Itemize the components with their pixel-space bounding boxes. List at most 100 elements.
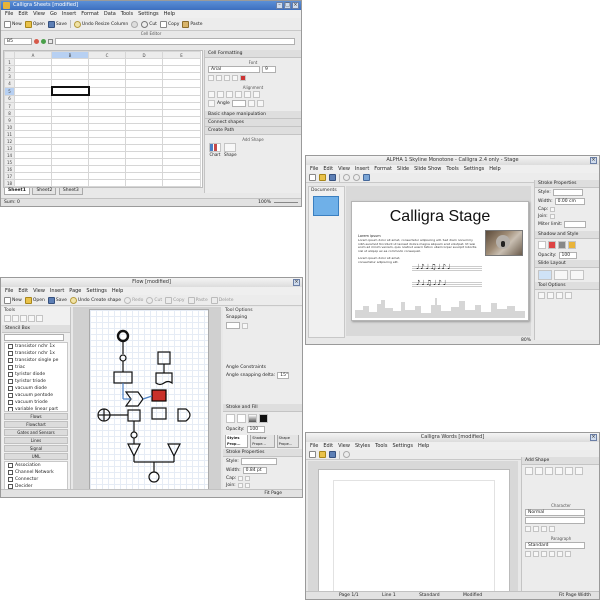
sheet-cell[interactable] (14, 94, 52, 103)
bold-icon[interactable] (525, 526, 531, 532)
row-header[interactable]: 13 (4, 144, 15, 152)
sheet-cell[interactable] (14, 72, 52, 80)
sheet-cell[interactable] (88, 79, 126, 88)
stencil-item[interactable]: vacuum triode (5, 399, 67, 406)
junction-shape[interactable] (119, 354, 127, 362)
paste-button[interactable]: Paste (187, 296, 208, 304)
sheet-cell[interactable] (14, 158, 52, 166)
undo-button[interactable]: Undo Resize Column (73, 20, 128, 28)
paragraph-style-field[interactable]: Standard (525, 542, 585, 549)
sheet-tab-3[interactable]: Sheet3 (58, 188, 83, 195)
save-icon[interactable] (329, 451, 336, 458)
style-field[interactable] (552, 189, 583, 196)
stroke-properties-header[interactable]: Stroke Properties (535, 180, 599, 188)
stencil-category[interactable]: Flowchart (4, 421, 68, 428)
sheet-cell[interactable] (125, 58, 163, 66)
save-icon[interactable] (329, 174, 336, 181)
stencil-category[interactable]: UML (4, 453, 68, 460)
opacity-field[interactable]: 100 (558, 252, 577, 259)
zoom-slider[interactable] (274, 202, 298, 203)
row-header[interactable]: 12 (4, 137, 15, 145)
sheet-cell[interactable] (51, 102, 89, 110)
create-path-section[interactable]: Create Path (205, 127, 301, 135)
row-header[interactable]: 7 (4, 102, 15, 110)
sheet-tab-2[interactable]: Sheet2 (32, 188, 57, 195)
corner-cell[interactable] (4, 51, 15, 59)
accept-icon[interactable] (41, 39, 46, 44)
sheet-cell[interactable] (162, 186, 201, 187)
generic-shape-item[interactable]: Shape (224, 143, 237, 157)
close-icon[interactable]: × (590, 434, 597, 441)
folder-icon[interactable] (319, 174, 326, 181)
stroke-fill-header[interactable]: Stroke and Fill (223, 404, 302, 412)
sheet-cell[interactable] (14, 79, 52, 88)
shape-icon[interactable] (565, 467, 573, 475)
menu-view[interactable]: View (338, 442, 350, 450)
stroke-swatch[interactable] (226, 414, 235, 423)
align-left-icon[interactable] (525, 551, 531, 557)
tool-icon[interactable] (547, 292, 554, 299)
menu-settings[interactable]: Settings (86, 287, 107, 295)
strikeout-icon[interactable] (232, 75, 238, 81)
bullet-list-icon[interactable] (557, 551, 563, 557)
sheet-cell[interactable] (88, 165, 126, 173)
menu-format[interactable]: Format (81, 10, 99, 18)
menu-page[interactable]: Page (69, 287, 81, 295)
opacity-field[interactable]: 100 (246, 426, 265, 433)
uml-stencil-item[interactable]: Connector (5, 476, 67, 483)
menu-go[interactable]: Go (50, 10, 57, 18)
menu-edit[interactable]: Edit (323, 442, 333, 450)
menu-help[interactable]: Help (489, 165, 500, 173)
menu-settings[interactable]: Settings (392, 442, 413, 450)
row-header[interactable]: 15 (4, 158, 15, 166)
tool-icon[interactable] (538, 292, 545, 299)
snap-icon[interactable] (242, 322, 248, 329)
italic-icon[interactable] (533, 526, 539, 532)
menu-tools[interactable]: Tools (446, 165, 458, 173)
row-header[interactable]: 8 (4, 109, 15, 117)
join-icon[interactable] (237, 483, 243, 488)
layout-thumbnail[interactable] (570, 270, 584, 280)
sheet-cell[interactable] (125, 102, 163, 110)
redo-button[interactable] (131, 20, 139, 28)
row-header[interactable]: 11 (4, 130, 15, 138)
menu-file[interactable]: File (5, 10, 13, 18)
column-header[interactable]: D (125, 51, 163, 59)
stencil-box-header[interactable]: Stencil Box (2, 325, 70, 333)
menu-view[interactable]: View (338, 165, 350, 173)
sheet-cell[interactable] (14, 86, 52, 96)
pattern-swatch[interactable] (259, 414, 268, 423)
align-center-icon[interactable] (533, 551, 539, 557)
menu-file[interactable]: File (310, 442, 318, 450)
menu-settings[interactable]: Settings (138, 10, 159, 18)
cell-formatting-header[interactable]: Cell Formatting (205, 50, 301, 58)
sheet-cell[interactable] (51, 151, 89, 159)
copy-button[interactable]: Copy (159, 20, 179, 28)
sheet-cell[interactable] (51, 72, 89, 80)
slide-thumbnail[interactable] (313, 196, 339, 216)
sheet-cell[interactable] (88, 109, 126, 117)
uml-stencil-item[interactable]: Association (5, 462, 67, 469)
sheet-cell[interactable] (14, 137, 52, 145)
sheet-cell[interactable] (125, 116, 163, 124)
sheet-cell[interactable] (51, 58, 89, 66)
row-header[interactable]: 14 (4, 151, 15, 159)
column-header[interactable]: C (88, 51, 126, 59)
tool-icon[interactable] (556, 292, 563, 299)
sheet-cell[interactable] (125, 151, 163, 159)
sheet-cell[interactable] (14, 165, 52, 173)
justify-icon[interactable] (549, 551, 555, 557)
tab-shape[interactable]: Shape Prope... (276, 435, 300, 448)
stage-titlebar[interactable]: ALPHA 1 Skyline Monotone - Calligra 2.4 … (306, 156, 599, 165)
angle-field[interactable] (231, 100, 246, 107)
sheet-cell[interactable] (162, 137, 201, 145)
sheet-cell[interactable] (88, 186, 126, 187)
sheet-cell[interactable] (51, 137, 89, 145)
sheet-cell[interactable] (125, 65, 163, 73)
sheet-cell[interactable] (88, 123, 126, 131)
slide-title[interactable]: Calligra Stage (352, 208, 528, 226)
menu-insert[interactable]: Insert (355, 165, 369, 173)
minimize-icon[interactable]: – (276, 2, 283, 9)
column-header[interactable]: B (51, 51, 89, 59)
row-header[interactable]: 5 (4, 86, 15, 96)
